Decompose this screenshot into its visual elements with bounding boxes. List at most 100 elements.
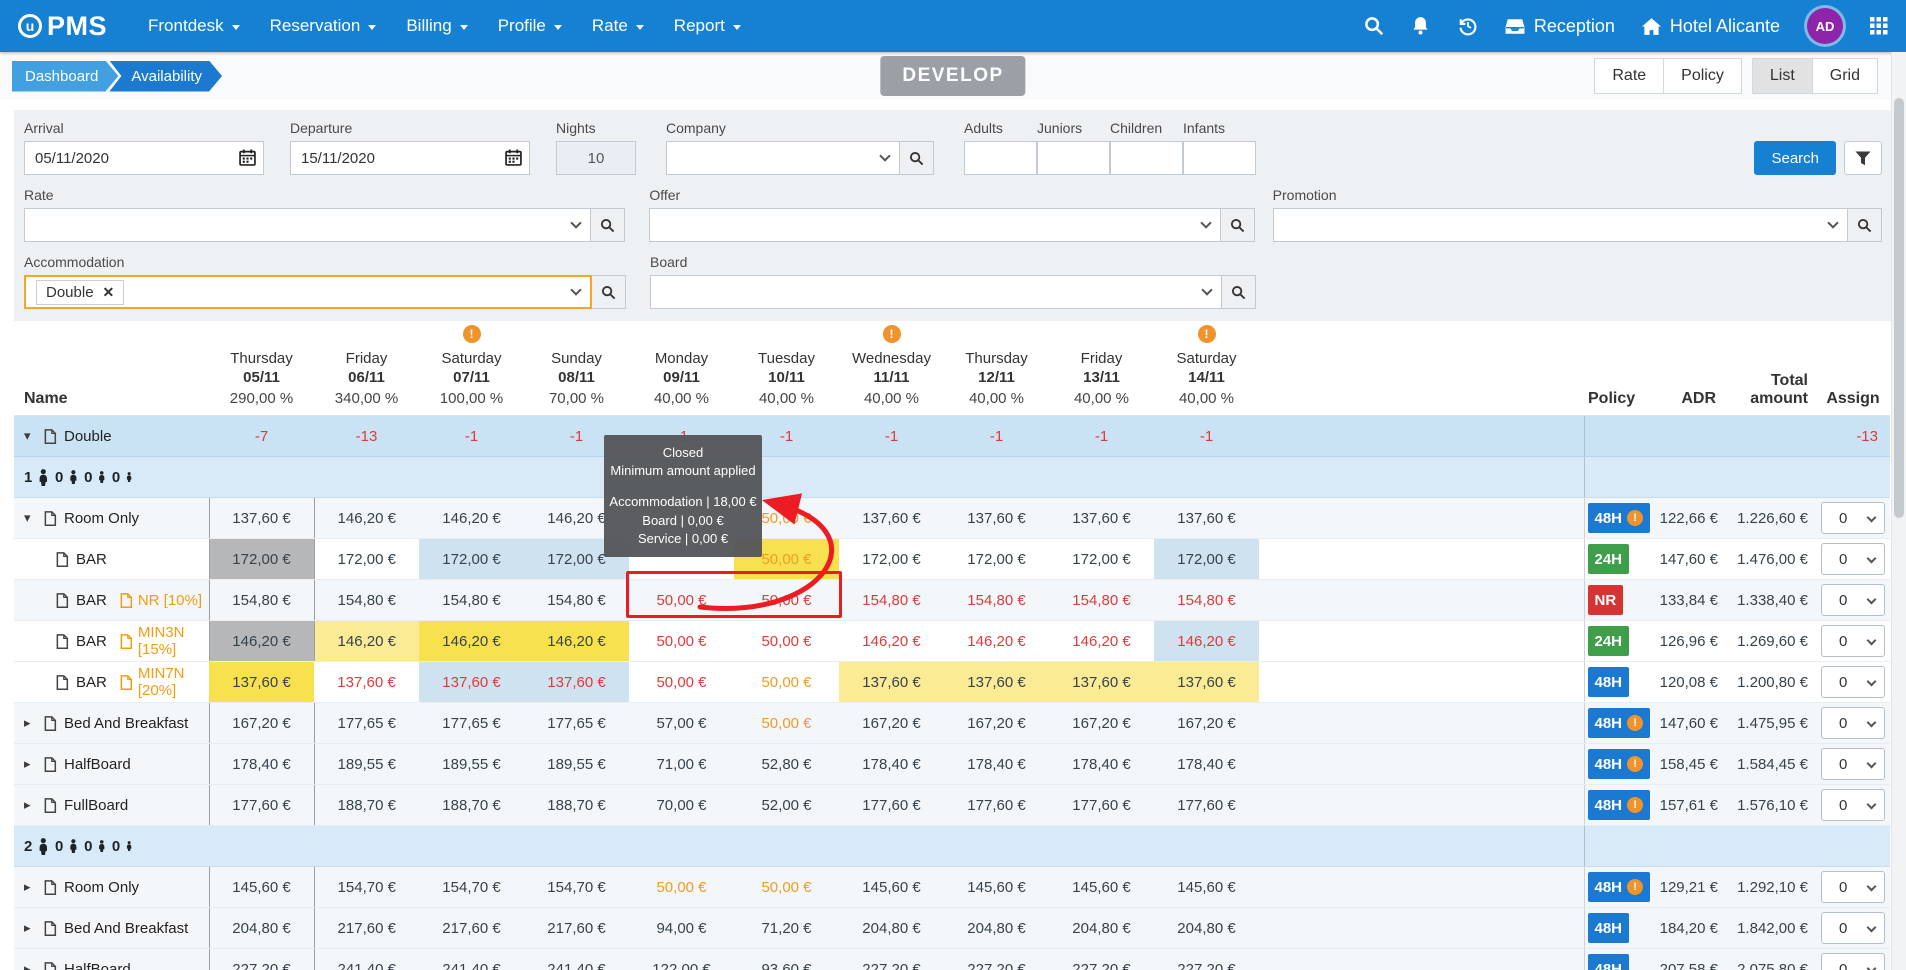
rate-cell[interactable]: 146,20 € — [209, 621, 314, 662]
infants-input[interactable] — [1183, 141, 1256, 175]
filter-toggle-button[interactable] — [1844, 141, 1882, 175]
assign-select[interactable]: 0 — [1821, 625, 1885, 657]
rate-cell[interactable]: 188,70 € — [314, 785, 419, 826]
rate-cell[interactable]: 227,20 € — [839, 949, 944, 970]
promotion-search-button[interactable] — [1848, 208, 1882, 242]
rate-cell[interactable]: 227,20 € — [209, 949, 314, 970]
arrival-date-input[interactable] — [24, 141, 264, 175]
expand-caret[interactable]: ▸ — [24, 961, 37, 970]
row-name-cell[interactable]: ▸Bed And Breakfast — [14, 703, 209, 744]
hotel-link[interactable]: Hotel Alicante — [1642, 16, 1780, 37]
rate-cell[interactable]: 227,20 € — [1049, 949, 1154, 970]
rate-cell[interactable]: 154,80 € — [419, 580, 524, 621]
rate-view-button[interactable]: Rate — [1594, 58, 1664, 94]
rate-cell[interactable]: 137,60 € — [944, 662, 1049, 703]
app-logo[interactable]: u PMS — [18, 11, 107, 42]
promotion-select[interactable] — [1273, 208, 1848, 242]
assign-select[interactable]: 0 — [1821, 502, 1885, 534]
rate-cell[interactable]: 177,65 € — [524, 703, 629, 744]
rate-cell[interactable]: 178,40 € — [839, 744, 944, 785]
rate-cell[interactable]: 154,80 € — [944, 580, 1049, 621]
rate-cell[interactable]: 189,55 € — [524, 744, 629, 785]
rate-cell[interactable]: 189,55 € — [419, 744, 524, 785]
assign-select[interactable]: 0 — [1821, 748, 1885, 780]
rate-cell[interactable]: 52,80 € — [734, 744, 839, 785]
expand-caret[interactable]: ▸ — [24, 756, 37, 772]
row-name-cell[interactable]: ▸FullBoard — [14, 785, 209, 826]
rate-cell[interactable]: 122,00 € — [629, 949, 734, 970]
rate-cell[interactable]: 217,60 € — [314, 908, 419, 949]
rate-cell[interactable]: 137,60 € — [1049, 498, 1154, 539]
rate-cell[interactable]: 137,60 € — [314, 662, 419, 703]
rate-cell[interactable]: 137,60 € — [209, 498, 314, 539]
rate-cell[interactable]: 177,65 € — [419, 703, 524, 744]
expand-caret[interactable]: ▸ — [24, 797, 37, 813]
reception-link[interactable]: Reception — [1505, 16, 1615, 37]
offer-search-button[interactable] — [1221, 208, 1255, 242]
rate-cell[interactable]: 145,60 € — [209, 867, 314, 908]
rate-cell[interactable]: 57,00 € — [629, 703, 734, 744]
notifications-bell-icon[interactable] — [1411, 16, 1430, 36]
rate-cell[interactable]: 177,60 € — [839, 785, 944, 826]
rate-cell[interactable]: 167,20 € — [839, 703, 944, 744]
children-input[interactable] — [1110, 141, 1183, 175]
assign-select[interactable]: 0 — [1821, 912, 1885, 944]
rate-cell[interactable]: 167,20 € — [209, 703, 314, 744]
rate-cell[interactable]: 154,80 € — [1049, 580, 1154, 621]
rate-cell[interactable]: 172,00 € — [314, 539, 419, 580]
rate-cell[interactable]: 94,00 € — [629, 908, 734, 949]
rate-cell[interactable]: 137,60 € — [209, 662, 314, 703]
assign-select[interactable]: 0 — [1821, 666, 1885, 698]
rate-cell[interactable]: 177,60 € — [1154, 785, 1259, 826]
rate-cell[interactable]: 241,40 € — [314, 949, 419, 970]
expand-caret[interactable]: ▸ — [24, 879, 37, 895]
rate-cell[interactable]: 137,60 € — [944, 498, 1049, 539]
rate-cell[interactable]: 167,20 € — [1049, 703, 1154, 744]
rate-cell[interactable]: 167,20 € — [944, 703, 1049, 744]
list-view-button[interactable]: List — [1752, 58, 1813, 94]
rate-cell[interactable]: 137,60 € — [1049, 662, 1154, 703]
rate-cell[interactable]: 146,20 € — [419, 498, 524, 539]
accommodation-search-button[interactable] — [592, 275, 626, 309]
rate-cell[interactable]: 93,60 € — [734, 949, 839, 970]
rate-cell[interactable]: 50,00 € — [734, 703, 839, 744]
rate-cell[interactable]: 217,60 € — [419, 908, 524, 949]
history-icon[interactable] — [1457, 16, 1478, 36]
rate-cell[interactable]: 145,60 € — [839, 867, 944, 908]
rate-cell[interactable]: 145,60 € — [1049, 867, 1154, 908]
rate-cell[interactable]: 167,20 € — [1154, 703, 1259, 744]
rate-cell[interactable]: 70,00 € — [629, 785, 734, 826]
rate-cell[interactable]: 204,80 € — [944, 908, 1049, 949]
rate-cell[interactable]: 146,20 € — [1154, 621, 1259, 662]
rate-cell[interactable]: 241,40 € — [419, 949, 524, 970]
rate-cell[interactable]: 178,40 € — [1049, 744, 1154, 785]
rate-cell[interactable]: 137,60 € — [524, 662, 629, 703]
rate-cell[interactable]: 204,80 € — [1049, 908, 1154, 949]
rate-cell[interactable]: 177,65 € — [314, 703, 419, 744]
user-avatar[interactable]: AD — [1807, 8, 1843, 44]
rate-cell[interactable]: 188,70 € — [524, 785, 629, 826]
rate-cell[interactable]: 146,20 € — [1049, 621, 1154, 662]
rate-cell[interactable]: 189,55 € — [314, 744, 419, 785]
offer-select[interactable] — [649, 208, 1220, 242]
row-name-cell[interactable]: ▸HalfBoard — [14, 949, 209, 970]
rate-cell[interactable]: 71,20 € — [734, 908, 839, 949]
rate-cell[interactable]: 172,00 € — [1154, 539, 1259, 580]
rate-cell[interactable]: 137,60 € — [1154, 498, 1259, 539]
rate-cell[interactable]: 50,00 € — [734, 867, 839, 908]
expand-caret[interactable]: ▾ — [24, 510, 37, 526]
rate-cell[interactable]: 178,40 € — [1154, 744, 1259, 785]
rate-cell[interactable]: 137,60 € — [419, 662, 524, 703]
rate-cell[interactable]: 188,70 € — [419, 785, 524, 826]
rate-cell[interactable]: 172,00 € — [1049, 539, 1154, 580]
row-name-cell[interactable]: ▸Bed And Breakfast — [14, 908, 209, 949]
scrollbar-thumb[interactable] — [1894, 98, 1904, 518]
rate-cell[interactable]: 146,20 € — [314, 498, 419, 539]
rate-cell[interactable]: 154,70 € — [419, 867, 524, 908]
juniors-input[interactable] — [1037, 141, 1110, 175]
company-search-button[interactable] — [900, 141, 934, 175]
rate-cell[interactable]: 146,20 € — [944, 621, 1049, 662]
rate-cell[interactable]: 217,60 € — [524, 908, 629, 949]
breadcrumb-dashboard[interactable]: Dashboard — [12, 61, 118, 92]
calendar-icon[interactable] — [505, 149, 522, 166]
